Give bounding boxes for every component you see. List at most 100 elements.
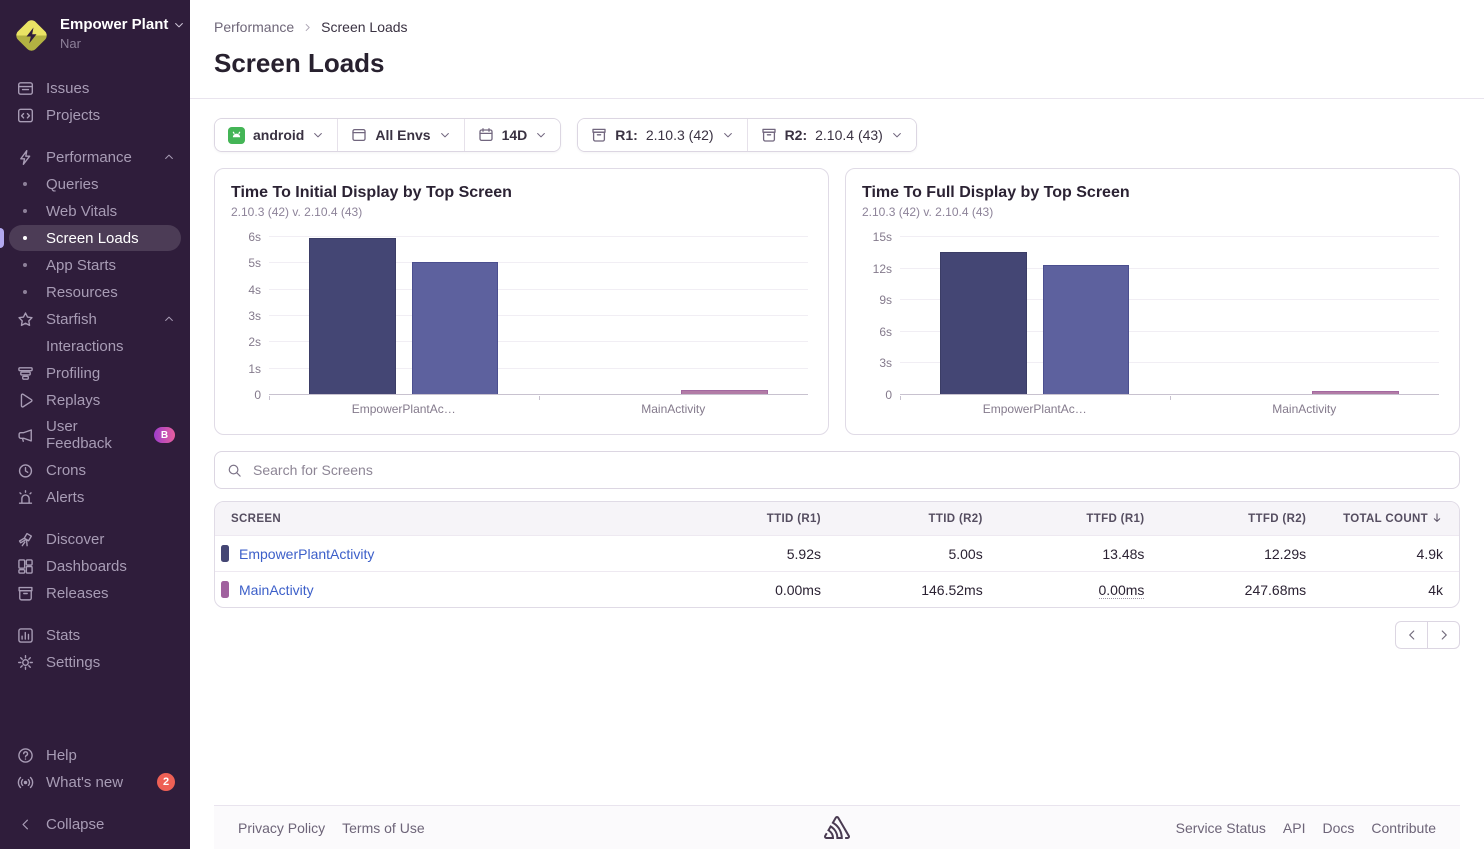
filter-14d[interactable]: 14D (464, 119, 561, 151)
column-header-ttfd-r1-[interactable]: TTFD (R1) (999, 502, 1161, 536)
sidebar-item-label: App Starts (46, 257, 116, 274)
projects-icon (15, 106, 35, 124)
notification-badge: 2 (157, 773, 175, 791)
footer-link-contribute[interactable]: Contribute (1371, 820, 1436, 836)
screen-link[interactable]: EmpowerPlantActivity (239, 546, 374, 562)
chevron-down-icon (312, 129, 324, 141)
sidebar-item-dashboards[interactable]: Dashboards (9, 553, 181, 579)
sidebar-item-performance[interactable]: Performance (9, 144, 181, 170)
filter-prefix: R1: (615, 127, 638, 143)
y-axis-tick-label: 0 (254, 388, 261, 402)
column-header-screen[interactable]: Screen (215, 502, 675, 536)
sidebar-item-label: Help (46, 747, 77, 764)
sidebar-item-discover[interactable]: Discover (9, 526, 181, 552)
screen-cell-content: EmpowerPlantActivity (231, 545, 659, 562)
footer-link-service-status[interactable]: Service Status (1176, 820, 1266, 836)
sidebar-item-settings[interactable]: Settings (9, 649, 181, 675)
y-axis-tick-label: 3s (879, 356, 892, 370)
filter-label: 14D (502, 127, 528, 143)
chart-subtitle: 2.10.3 (42) v. 2.10.4 (43) (862, 205, 1443, 219)
sentry-logo-icon[interactable] (824, 816, 850, 842)
filter-value: 2.10.4 (43) (815, 127, 883, 143)
sidebar-item-replays[interactable]: Replays (9, 387, 181, 413)
sub-item-indent (15, 337, 35, 355)
sidebar-item-user-feedback[interactable]: User FeedbackB (9, 414, 181, 456)
screen-color-indicator (221, 581, 229, 598)
footer-link-terms-of-use[interactable]: Terms of Use (342, 820, 424, 836)
sidebar-item-issues[interactable]: Issues (9, 75, 181, 101)
breadcrumb-performance[interactable]: Performance (214, 19, 294, 35)
search-bar (214, 451, 1460, 489)
chevron-down-icon (722, 129, 734, 141)
sidebar-item-queries[interactable]: Queries (9, 171, 181, 197)
profiling-icon (15, 364, 35, 382)
filter-r1[interactable]: R1: 2.10.3 (42) (578, 119, 746, 151)
sidebar-item-app-starts[interactable]: App Starts (9, 252, 181, 278)
x-axis-tick (539, 396, 540, 400)
nav-group-3: StatsSettings (0, 622, 190, 675)
siren-icon (15, 488, 35, 506)
search-icon (227, 463, 242, 478)
metric-cell: 247.68ms (1160, 572, 1322, 608)
sidebar-item-whats-new[interactable]: What's new2 (9, 769, 181, 795)
stats-icon (15, 626, 35, 644)
search-input[interactable] (251, 461, 1447, 479)
column-header-ttfd-r2-[interactable]: TTFD (R2) (1160, 502, 1322, 536)
sidebar-item-alerts[interactable]: Alerts (9, 484, 181, 510)
sidebar-item-screen-loads[interactable]: Screen Loads (9, 225, 181, 251)
filter-android[interactable]: android (215, 119, 337, 151)
y-axis-tick-label: 0 (885, 388, 892, 402)
filter-r2[interactable]: R2:2.10.4 (43) (747, 119, 916, 151)
table-row: EmpowerPlantActivity5.92s5.00s13.48s12.2… (215, 536, 1459, 572)
sidebar-collapse-button[interactable]: Collapse (9, 811, 181, 837)
y-axis-tick-label: 12s (873, 262, 892, 276)
org-switcher[interactable]: Empower Plant Nar (0, 12, 190, 64)
telescope-icon (15, 530, 35, 548)
org-logo (14, 18, 50, 54)
y-axis-tick-label: 9s (879, 293, 892, 307)
chart-plot: 01s2s3s4s5s6sEmpowerPlantAc…MainActivity (269, 237, 808, 395)
bullet-dot (15, 256, 35, 274)
footer-link-docs[interactable]: Docs (1323, 820, 1355, 836)
screen-link[interactable]: MainActivity (239, 582, 314, 598)
chevron-up-icon (163, 313, 175, 325)
bullet-dot (15, 283, 35, 301)
sidebar-item-resources[interactable]: Resources (9, 279, 181, 305)
pagination-next-button[interactable] (1427, 621, 1460, 649)
lightning-icon (15, 148, 35, 166)
chevron-right-icon (1437, 628, 1451, 642)
filter-label: All Envs (375, 127, 430, 143)
pagination-prev-button[interactable] (1395, 621, 1428, 649)
metric-value-tooltip[interactable]: 0.00ms (1099, 582, 1145, 599)
footer-link-api[interactable]: API (1283, 820, 1306, 836)
bar-r2 (412, 262, 498, 394)
column-header-total-count[interactable]: Total Count (1322, 502, 1459, 536)
column-header-ttid-r1-[interactable]: TTID (R1) (675, 502, 837, 536)
sidebar-item-releases[interactable]: Releases (9, 580, 181, 606)
sidebar-item-web-vitals[interactable]: Web Vitals (9, 198, 181, 224)
y-axis-tick-label: 1s (248, 362, 261, 376)
bar-r1 (309, 238, 395, 394)
sidebar-item-crons[interactable]: Crons (9, 457, 181, 483)
filter-all-envs[interactable]: All Envs (337, 119, 463, 151)
gridline (269, 236, 808, 237)
play-icon (15, 391, 35, 409)
column-header-ttid-r2-[interactable]: TTID (R2) (837, 502, 999, 536)
sidebar-item-help[interactable]: Help (9, 742, 181, 768)
sidebar-item-interactions[interactable]: Interactions (9, 333, 181, 359)
page-title: Screen Loads (214, 48, 1460, 79)
x-axis-tick (1170, 396, 1171, 400)
footer-link-privacy-policy[interactable]: Privacy Policy (238, 820, 325, 836)
sidebar-item-label: Profiling (46, 365, 100, 382)
y-axis-tick-label: 3s (248, 309, 261, 323)
sidebar-item-starfish[interactable]: Starfish (9, 306, 181, 332)
breadcrumb-current: Screen Loads (321, 19, 407, 35)
sidebar-item-stats[interactable]: Stats (9, 622, 181, 648)
release-icon (591, 127, 607, 143)
filter-value: 2.10.3 (42) (646, 127, 714, 143)
sidebar-item-profiling[interactable]: Profiling (9, 360, 181, 386)
bullet-dot (15, 175, 35, 193)
chevron-down-icon (439, 129, 451, 141)
bar-r2 (1043, 265, 1129, 394)
sidebar-item-projects[interactable]: Projects (9, 102, 181, 128)
